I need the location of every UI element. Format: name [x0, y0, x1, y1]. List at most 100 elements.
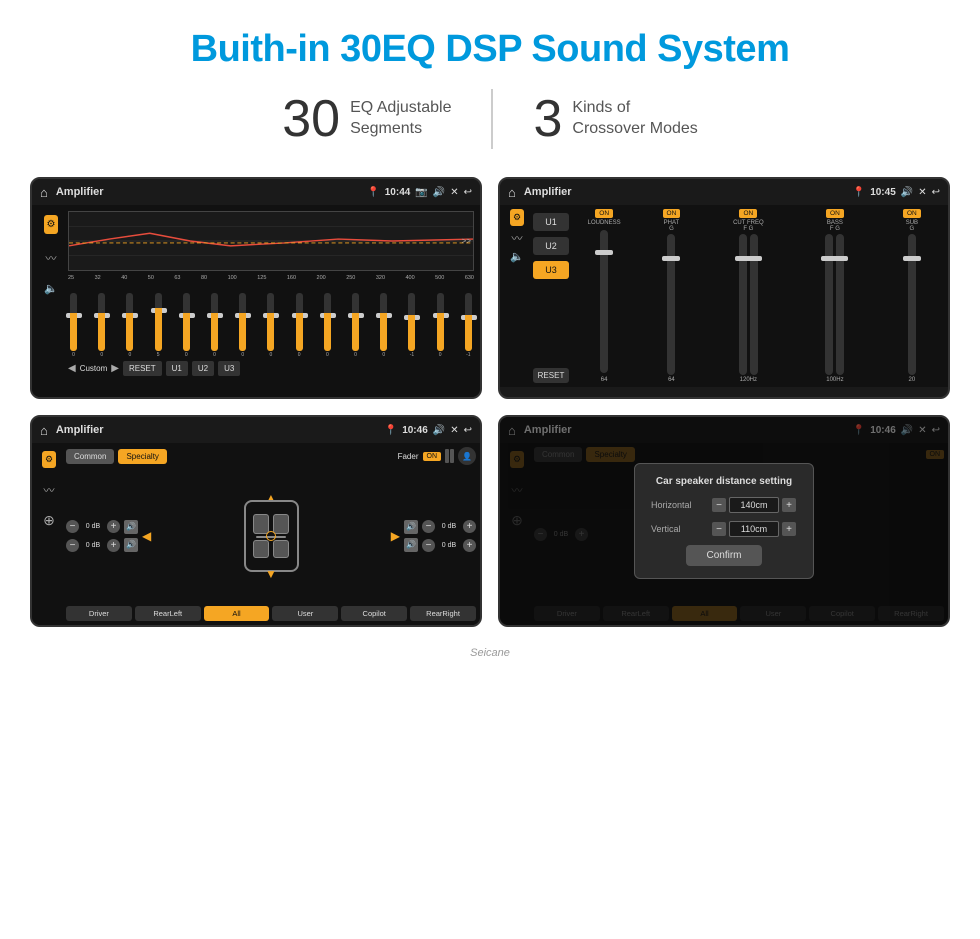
home-icon[interactable]: ⌂: [40, 185, 48, 200]
rr-plus-btn[interactable]: +: [463, 539, 476, 552]
bass-on-btn[interactable]: ON: [826, 209, 844, 218]
stat-eq-label: EQ AdjustableSegments: [350, 98, 451, 140]
back-icon-2[interactable]: ↩: [932, 187, 940, 198]
u2-preset[interactable]: U2: [533, 237, 569, 255]
freq-500: 500: [435, 275, 444, 281]
u1-preset[interactable]: U1: [533, 213, 569, 231]
eq-slider-5[interactable]: 0: [183, 293, 190, 358]
rearleft-btn[interactable]: RearLeft: [135, 606, 201, 621]
u2-btn[interactable]: U2: [192, 361, 214, 376]
eq-slider-1[interactable]: 0: [70, 293, 77, 358]
screen-eq-topbar: ⌂ Amplifier 📍 10:44 📷 🔊 ✕ ↩: [32, 179, 480, 205]
eq-slider-7[interactable]: 0: [239, 293, 246, 358]
eq-slider-9[interactable]: 0: [296, 293, 303, 358]
screen-speaker-topbar: ⌂ Amplifier 📍 10:46 🔊 ✕ ↩: [32, 417, 480, 443]
freq-100: 100: [228, 275, 237, 281]
x-icon-3: ✕: [450, 425, 458, 436]
dialog-vertical-row: Vertical − 110cm +: [651, 521, 797, 537]
dialog-horizontal-row: Horizontal − 140cm +: [651, 497, 797, 513]
driver-btn[interactable]: Driver: [66, 606, 132, 621]
bass-val: 100Hz: [826, 377, 843, 383]
eq-vol-icon: 🔈: [44, 282, 58, 295]
eq-slider-14[interactable]: 0: [437, 293, 444, 358]
eq-expand-icon[interactable]: >>: [462, 237, 471, 246]
preset-custom: Custom: [80, 364, 108, 373]
screens-grid: ⌂ Amplifier 📍 10:44 📷 🔊 ✕ ↩ ⚙ 〰 🔈: [0, 177, 980, 647]
u1-btn[interactable]: U1: [166, 361, 188, 376]
fr-minus-btn[interactable]: −: [422, 520, 435, 533]
fr-plus-btn[interactable]: +: [463, 520, 476, 533]
reset-crossover-btn[interactable]: RESET: [533, 368, 569, 383]
u3-btn[interactable]: U3: [218, 361, 240, 376]
loudness-on-btn[interactable]: ON: [595, 209, 613, 218]
eq-slider-4[interactable]: 5: [155, 293, 162, 358]
eq-graph: >>: [68, 211, 474, 271]
loudness-label: LOUDNESS: [588, 220, 621, 226]
stat-eq: 30 EQ AdjustableSegments: [242, 89, 491, 149]
sub-on-btn[interactable]: ON: [903, 209, 921, 218]
speaker-fr-icon: 🔊: [404, 520, 418, 534]
all-btn[interactable]: All: [204, 606, 270, 621]
back-icon[interactable]: ↩: [464, 187, 472, 198]
cutfreq-on-btn[interactable]: ON: [739, 209, 757, 218]
stat-crossover-number: 3: [533, 89, 562, 149]
eq-slider-15[interactable]: -1: [465, 293, 472, 358]
u3-preset[interactable]: U3: [533, 261, 569, 279]
fl-minus-btn[interactable]: −: [66, 520, 79, 533]
specialty-tab[interactable]: Specialty: [118, 449, 166, 464]
eq-slider-2[interactable]: 0: [98, 293, 105, 358]
copilot-btn[interactable]: Copilot: [341, 606, 407, 621]
volume-icon-3: 🔊: [433, 425, 445, 436]
reset-btn[interactable]: RESET: [123, 361, 162, 376]
phat-on-btn[interactable]: ON: [663, 209, 681, 218]
play-next-icon[interactable]: ▶: [111, 363, 119, 374]
vertical-plus-btn[interactable]: +: [782, 522, 796, 536]
arrow-right-btn[interactable]: ▶: [391, 529, 400, 543]
eq-slider-13[interactable]: -1: [408, 293, 415, 358]
eq-slider-6[interactable]: 0: [211, 293, 218, 358]
page-title: Buith-in 30EQ DSP Sound System: [0, 0, 980, 89]
home-icon-2[interactable]: ⌂: [508, 185, 516, 200]
topbar-icons-crossover: 📍 10:45 🔊 ✕ ↩: [853, 187, 940, 198]
freq-32: 32: [95, 275, 101, 281]
eq-settings-icon[interactable]: ⚙: [44, 215, 59, 234]
rearright-btn[interactable]: RearRight: [410, 606, 476, 621]
topbar-time-crossover: 10:45: [870, 187, 896, 198]
horizontal-minus-btn[interactable]: −: [712, 498, 726, 512]
phat-g-label: G: [669, 226, 674, 232]
confirm-button[interactable]: Confirm: [686, 545, 761, 566]
eq-slider-10[interactable]: 0: [324, 293, 331, 358]
rl-minus-btn[interactable]: −: [66, 539, 79, 552]
home-icon-3[interactable]: ⌂: [40, 423, 48, 438]
camera-icon: 📷: [415, 187, 427, 198]
eq-slider-3[interactable]: 0: [126, 293, 133, 358]
horizontal-plus-btn[interactable]: +: [782, 498, 796, 512]
eq-wave-icon: 〰: [46, 250, 57, 266]
speaker-settings-icon[interactable]: ⚙: [42, 451, 56, 468]
arrow-left-btn[interactable]: ◀: [142, 529, 151, 543]
fr-db-value: 0 dB: [437, 523, 461, 530]
freq-250: 250: [346, 275, 355, 281]
eq-slider-8[interactable]: 0: [267, 293, 274, 358]
play-prev-icon[interactable]: ◀: [68, 363, 76, 374]
speaker-rl-icon: 🔊: [124, 538, 138, 552]
common-tab[interactable]: Common: [66, 449, 114, 464]
crossover-settings-icon[interactable]: ⚙: [510, 209, 524, 226]
screen-crossover-topbar: ⌂ Amplifier 📍 10:45 🔊 ✕ ↩: [500, 179, 948, 205]
rl-plus-btn[interactable]: +: [107, 539, 120, 552]
freq-200: 200: [317, 275, 326, 281]
topbar-icons-speaker: 📍 10:46 🔊 ✕ ↩: [385, 425, 472, 436]
fl-plus-btn[interactable]: +: [107, 520, 120, 533]
vertical-minus-btn[interactable]: −: [712, 522, 726, 536]
arrow-down-btn[interactable]: ▼: [265, 567, 277, 581]
fader-on-badge[interactable]: ON: [423, 452, 442, 461]
eq-slider-12[interactable]: 0: [380, 293, 387, 358]
screen-eq: ⌂ Amplifier 📍 10:44 📷 🔊 ✕ ↩ ⚙ 〰 🔈: [30, 177, 482, 399]
back-icon-3[interactable]: ↩: [464, 425, 472, 436]
fl-db-value: 0 dB: [81, 523, 105, 530]
pin-icon-3: 📍: [385, 425, 397, 436]
rr-minus-btn[interactable]: −: [422, 539, 435, 552]
user-btn[interactable]: User: [272, 606, 338, 621]
topbar-title-eq: Amplifier: [56, 186, 359, 198]
eq-slider-11[interactable]: 0: [352, 293, 359, 358]
